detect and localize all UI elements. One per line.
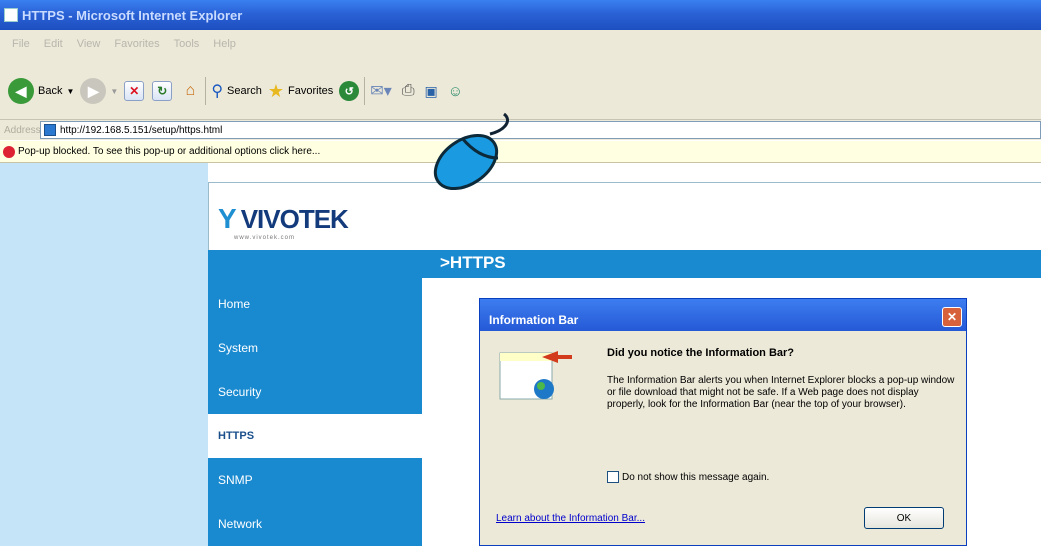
messenger-icon[interactable]: ☺ (448, 83, 463, 100)
menu-tools[interactable]: Tools (174, 38, 200, 50)
nav-item-security[interactable]: Security (208, 370, 422, 414)
menu-favorites[interactable]: Favorites (114, 38, 159, 50)
menu-view[interactable]: View (77, 38, 101, 50)
print-icon[interactable]: ⎙ (402, 82, 415, 100)
menu-file[interactable]: File (12, 38, 30, 50)
window-title: HTTPS - Microsoft Internet Explorer (22, 7, 243, 23)
nav-item-network[interactable]: Network (208, 502, 422, 546)
dialog-title: Information Bar (480, 299, 966, 331)
nav-item-system[interactable]: System (208, 326, 422, 370)
left-nav: Home System Security HTTPS SNMP Network (208, 278, 422, 546)
toolbar: ◀ Back ▼ ▶ ▼ ✕ ↻ ⌂ ⚲ Search ★ Favorites … (0, 63, 1041, 119)
back-button[interactable]: ◀ Back ▼ (8, 78, 74, 104)
page-header-bar: >HTTPS (208, 250, 1041, 278)
refresh-icon[interactable]: ↻ (152, 81, 173, 101)
forward-button[interactable]: ▶ ▼ (80, 78, 118, 104)
logo-text: VIVOTEK (240, 203, 349, 234)
mail-icon[interactable]: ✉▾ (370, 81, 391, 101)
information-bar-dialog: Information Bar ✕ Did you notice the Inf… (479, 298, 967, 546)
info-bar-text: Pop-up blocked. To see this pop-up or ad… (18, 146, 321, 157)
vivotek-logo: Y VIVOTEK www.vivotek.com (218, 195, 349, 243)
nav-item-home[interactable]: Home (208, 282, 422, 326)
chevron-down-icon: ▼ (110, 86, 119, 96)
mouse-icon (433, 112, 509, 191)
favorites-label: Favorites (288, 85, 334, 97)
menu-help[interactable]: Help (213, 38, 236, 50)
dialog-body: The Information Bar alerts you when Inte… (607, 375, 955, 410)
logo-mark-icon: Y (218, 203, 237, 234)
nav-item-snmp[interactable]: SNMP (208, 458, 422, 502)
page-icon (44, 124, 56, 136)
search-icon: ⚲ (211, 83, 224, 100)
browser-window: HTTPS - Microsoft Internet Explorer File… (0, 0, 1041, 546)
learn-more-link[interactable]: Learn about the Information Bar... (496, 513, 645, 524)
stop-icon[interactable]: ✕ (124, 81, 145, 101)
toolbar-separator (364, 77, 366, 105)
back-arrow-icon: ◀ (8, 78, 34, 104)
menu-bar: File Edit View Favorites Tools Help (0, 30, 1041, 63)
edit-icon[interactable]: ▣ (425, 83, 438, 100)
toolbar-separator (205, 77, 207, 105)
title-bar: HTTPS - Microsoft Internet Explorer (0, 0, 1041, 30)
search-button[interactable]: ⚲ Search (211, 81, 262, 101)
page-title: >HTTPS (440, 253, 506, 272)
checkbox-label: Do not show this message again. (622, 471, 770, 483)
address-url: http://192.168.5.151/setup/https.html (60, 124, 223, 136)
star-icon: ★ (267, 80, 285, 101)
nav-item-https[interactable]: HTTPS (208, 414, 422, 458)
ie-icon (4, 8, 18, 22)
page-left-band (0, 163, 208, 546)
media-icon[interactable]: ↺ (339, 81, 360, 101)
address-label: Address (4, 124, 41, 136)
dialog-question: Did you notice the Information Bar? (607, 347, 795, 359)
favorites-button[interactable]: ★ Favorites (268, 81, 333, 102)
home-icon[interactable]: ⌂ (180, 81, 200, 101)
search-label: Search (227, 85, 262, 97)
checkbox[interactable] (607, 471, 619, 483)
chevron-down-icon: ▼ (66, 86, 75, 96)
menu-edit[interactable]: Edit (44, 38, 63, 50)
back-label: Back (38, 85, 63, 97)
forward-arrow-icon: ▶ (80, 78, 107, 104)
logo-subtext: www.vivotek.com (234, 235, 296, 241)
address-input[interactable]: http://192.168.5.151/setup/https.html (40, 121, 1041, 139)
close-button[interactable]: ✕ (942, 307, 962, 327)
dont-show-checkbox-row[interactable]: Do not show this message again. (607, 471, 769, 483)
popup-blocked-icon (3, 145, 15, 158)
info-bar-illustration-icon (499, 351, 572, 400)
ok-button[interactable]: OK (864, 507, 944, 529)
